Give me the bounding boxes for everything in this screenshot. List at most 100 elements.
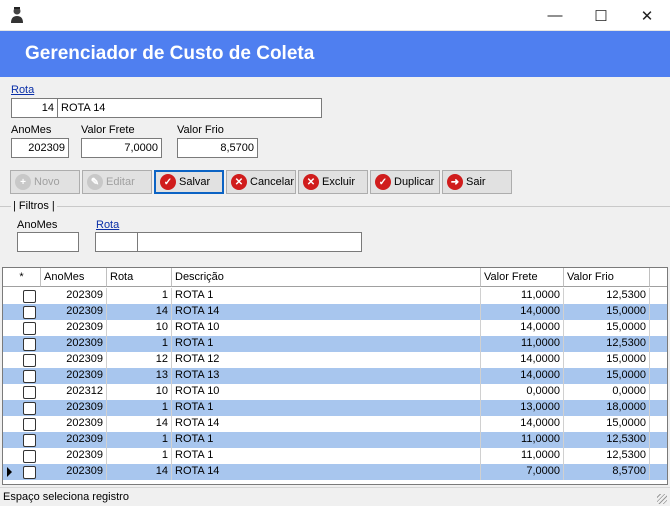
current-row-indicator-icon (7, 467, 12, 477)
cell-valor-frete: 14,0000 (481, 368, 564, 384)
table-row[interactable]: 202309 12 ROTA 12 14,0000 15,0000 (3, 352, 667, 368)
cell-anomes: 202312 (41, 384, 107, 400)
table-row[interactable]: 202312 10 ROTA 10 0,0000 0,0000 (3, 384, 667, 400)
close-button[interactable]: ✕ (624, 0, 670, 31)
records-grid[interactable]: * AnoMes Rota Descrição Valor Frete Valo… (2, 267, 668, 485)
cell-rota: 1 (107, 448, 172, 464)
filter-rota-name-field[interactable] (137, 232, 362, 252)
rota-code-field[interactable]: 14 (11, 98, 58, 118)
cell-valor-frete: 0,0000 (481, 384, 564, 400)
row-checkbox[interactable] (23, 466, 36, 479)
row-checkbox[interactable] (23, 338, 36, 351)
row-checkbox[interactable] (23, 434, 36, 447)
exit-icon: ➜ (447, 174, 463, 190)
cell-descricao: ROTA 12 (172, 352, 481, 368)
status-bar: Espaço seleciona registro (0, 487, 670, 506)
cell-descricao: ROTA 14 (172, 416, 481, 432)
col-valor-frete[interactable]: Valor Frete (481, 268, 564, 287)
row-checkbox[interactable] (23, 322, 36, 335)
minimize-button[interactable]: — (532, 0, 578, 31)
cancelar-button[interactable]: ✕ Cancelar (226, 170, 296, 194)
table-row[interactable]: 202309 1 ROTA 1 11,0000 12,5300 (3, 448, 667, 464)
pencil-icon: ✎ (87, 174, 103, 190)
cell-valor-frio: 15,0000 (564, 368, 650, 384)
row-checkbox[interactable] (23, 354, 36, 367)
cell-valor-frio: 0,0000 (564, 384, 650, 400)
cell-valor-frete: 11,0000 (481, 432, 564, 448)
cell-valor-frio: 15,0000 (564, 352, 650, 368)
status-text: Espaço seleciona registro (3, 491, 129, 503)
sair-button[interactable]: ➜ Sair (442, 170, 512, 194)
resize-grip-icon[interactable] (657, 494, 667, 504)
row-checkbox[interactable] (23, 418, 36, 431)
cell-rota: 14 (107, 464, 172, 480)
col-descricao[interactable]: Descrição (172, 268, 481, 287)
filter-rota-link[interactable]: Rota (96, 219, 119, 231)
col-select[interactable]: * (3, 268, 41, 287)
valor-frio-field[interactable]: 8,5700 (177, 138, 258, 158)
col-rota[interactable]: Rota (107, 268, 172, 287)
cell-valor-frete: 14,0000 (481, 320, 564, 336)
cell-anomes: 202309 (41, 448, 107, 464)
salvar-button[interactable]: ✓ Salvar (154, 170, 224, 194)
table-row[interactable]: 202309 14 ROTA 14 7,0000 8,5700 (3, 464, 667, 480)
cell-anomes: 202309 (41, 464, 107, 480)
filter-anomes-field[interactable] (17, 232, 79, 252)
table-row[interactable]: 202309 1 ROTA 1 11,0000 12,5300 (3, 336, 667, 352)
cell-descricao: ROTA 1 (172, 432, 481, 448)
col-filler (650, 268, 667, 287)
table-row[interactable]: 202309 1 ROTA 1 11,0000 12,5300 (3, 432, 667, 448)
table-row[interactable]: 202309 10 ROTA 10 14,0000 15,0000 (3, 320, 667, 336)
row-checkbox[interactable] (23, 370, 36, 383)
cell-descricao: ROTA 14 (172, 304, 481, 320)
cell-anomes: 202309 (41, 336, 107, 352)
row-checkbox[interactable] (23, 450, 36, 463)
table-row[interactable]: 202309 14 ROTA 14 14,0000 15,0000 (3, 304, 667, 320)
table-row[interactable]: 202309 13 ROTA 13 14,0000 15,0000 (3, 368, 667, 384)
novo-button[interactable]: + Novo (10, 170, 80, 194)
cell-rota: 12 (107, 352, 172, 368)
rota-name-field[interactable]: ROTA 14 (57, 98, 322, 118)
cell-valor-frete: 7,0000 (481, 464, 564, 480)
cell-valor-frete: 14,0000 (481, 416, 564, 432)
cell-valor-frio: 15,0000 (564, 320, 650, 336)
cell-anomes: 202309 (41, 320, 107, 336)
row-checkbox[interactable] (23, 290, 36, 303)
col-anomes[interactable]: AnoMes (41, 268, 107, 287)
duplicar-button[interactable]: ✓ Duplicar (370, 170, 440, 194)
row-checkbox[interactable] (23, 386, 36, 399)
editar-button[interactable]: ✎ Editar (82, 170, 152, 194)
cell-anomes: 202309 (41, 288, 107, 304)
cell-anomes: 202309 (41, 304, 107, 320)
col-valor-frio[interactable]: Valor Frio (564, 268, 650, 287)
cell-anomes: 202309 (41, 368, 107, 384)
cell-descricao: ROTA 1 (172, 448, 481, 464)
cell-valor-frio: 12,5300 (564, 336, 650, 352)
table-row[interactable]: 202309 14 ROTA 14 14,0000 15,0000 (3, 416, 667, 432)
cell-valor-frio: 15,0000 (564, 304, 650, 320)
rota-link[interactable]: Rota (11, 84, 34, 96)
header-banner: Gerenciador de Custo de Coleta (0, 31, 670, 77)
cell-rota: 13 (107, 368, 172, 384)
duplicate-icon: ✓ (375, 174, 391, 190)
row-checkbox[interactable] (23, 402, 36, 415)
anomes-label: AnoMes (11, 124, 52, 136)
cell-valor-frio: 12,5300 (564, 448, 650, 464)
cell-descricao: ROTA 10 (172, 320, 481, 336)
row-checkbox[interactable] (23, 306, 36, 319)
excluir-button[interactable]: ✕ Excluir (298, 170, 368, 194)
table-row[interactable]: 202309 1 ROTA 1 11,0000 12,5300 (3, 288, 667, 304)
cell-descricao: ROTA 13 (172, 368, 481, 384)
maximize-button[interactable]: ☐ (578, 0, 624, 31)
cell-valor-frio: 12,5300 (564, 288, 650, 304)
cell-valor-frio: 18,0000 (564, 400, 650, 416)
filter-rota-code-field[interactable] (95, 232, 138, 252)
cell-rota: 10 (107, 320, 172, 336)
cell-anomes: 202309 (41, 352, 107, 368)
cell-valor-frio: 12,5300 (564, 432, 650, 448)
table-row[interactable]: 202309 1 ROTA 1 13,0000 18,0000 (3, 400, 667, 416)
filters-separator (0, 206, 670, 207)
valor-frete-field[interactable]: 7,0000 (81, 138, 162, 158)
cell-descricao: ROTA 1 (172, 400, 481, 416)
anomes-field[interactable]: 202309 (11, 138, 69, 158)
